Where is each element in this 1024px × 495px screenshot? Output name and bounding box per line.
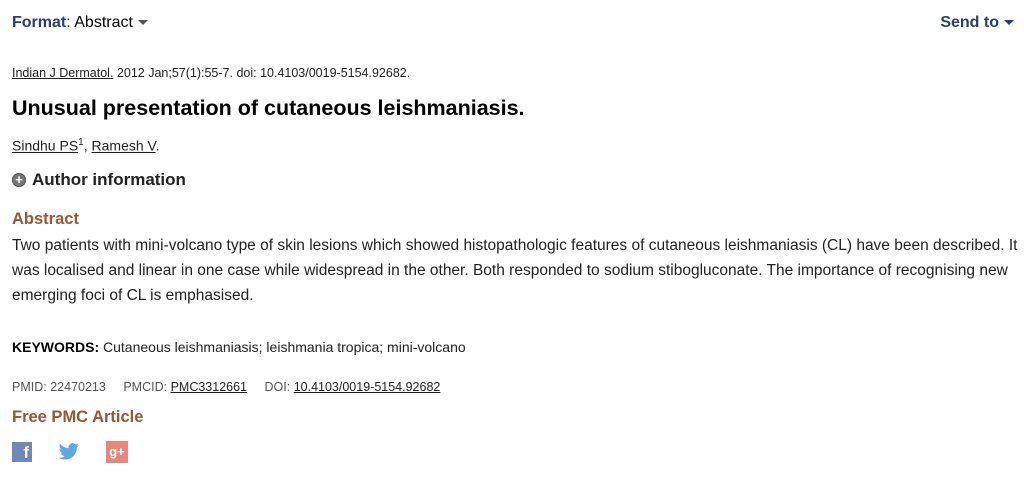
abstract-heading: Abstract bbox=[12, 210, 79, 228]
author-link[interactable]: Sindhu PS bbox=[12, 138, 78, 154]
format-value: Abstract bbox=[74, 14, 133, 31]
article-identifiers: PMID: 22470213 PMCID: PMC3312661 DOI: 10… bbox=[12, 380, 440, 394]
citation: Indian J Dermatol. 2012 Jan;57(1):55-7. … bbox=[12, 66, 410, 80]
pmcid-label: PMCID: bbox=[123, 380, 168, 394]
google-plus-icon[interactable]: g+ bbox=[106, 441, 128, 463]
author-information-toggle[interactable]: + Author information bbox=[12, 170, 186, 190]
pmid-value: 22470213 bbox=[50, 380, 106, 394]
keywords: KEYWORDS: Cutaneous leishmaniasis; leish… bbox=[12, 339, 466, 355]
send-to-menu[interactable]: Send to bbox=[940, 14, 1014, 32]
doi-label: DOI: bbox=[264, 380, 291, 394]
pmid-label: PMID: bbox=[12, 380, 47, 394]
pmcid-link[interactable]: PMC3312661 bbox=[171, 380, 247, 394]
free-pmc-article-link[interactable]: Free PMC Article bbox=[12, 408, 143, 427]
chevron-down-icon bbox=[1004, 20, 1014, 26]
author-information-label: Author information bbox=[32, 170, 186, 189]
expand-plus-icon: + bbox=[12, 173, 26, 187]
twitter-icon[interactable] bbox=[58, 443, 80, 461]
journal-link[interactable]: Indian J Dermatol. bbox=[12, 66, 113, 80]
facebook-icon[interactable]: f bbox=[12, 442, 32, 462]
keywords-value: Cutaneous leishmaniasis; leishmania trop… bbox=[103, 339, 466, 355]
social-share-bar: f g+ bbox=[12, 441, 128, 463]
keywords-label: KEYWORDS: bbox=[12, 339, 100, 355]
citation-details: 2012 Jan;57(1):55-7. doi: 10.4103/0019-5… bbox=[116, 66, 411, 80]
doi-link[interactable]: 10.4103/0019-5154.92682 bbox=[294, 380, 441, 394]
author-link[interactable]: Ramesh V bbox=[92, 138, 156, 154]
author-separator: , bbox=[83, 137, 88, 154]
author-list: Sindhu PS1, Ramesh V. bbox=[12, 137, 159, 154]
send-to-label: Send to bbox=[940, 14, 999, 31]
format-label: Format bbox=[12, 14, 67, 31]
top-bar: Format: Abstract Send to bbox=[0, 0, 1024, 46]
format-colon: : bbox=[66, 14, 71, 31]
article-title: Unusual presentation of cutaneous leishm… bbox=[12, 96, 525, 120]
format-selector[interactable]: Format: Abstract bbox=[12, 14, 148, 32]
chevron-down-icon bbox=[137, 20, 148, 26]
abstract-text: Two patients with mini-volcano type of s… bbox=[12, 237, 1018, 304]
author-list-end: . bbox=[155, 137, 160, 154]
